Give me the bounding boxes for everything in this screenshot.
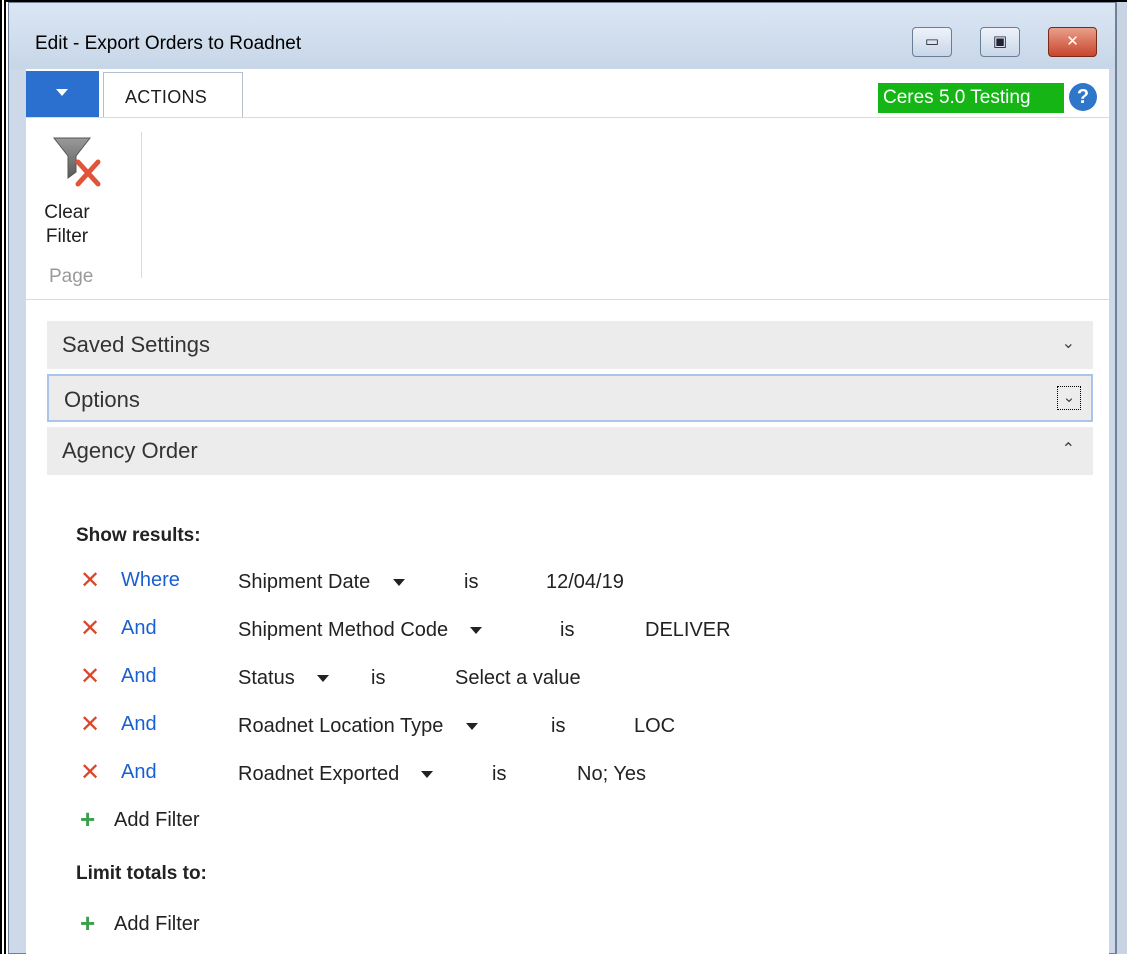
window-right-edge: [1116, 2, 1127, 954]
filter-conjunction[interactable]: And: [121, 713, 157, 736]
filter-operator: is: [560, 619, 575, 641]
chevron-up-icon[interactable]: ⌃: [1062, 439, 1075, 459]
dropdown-arrow-icon[interactable]: [465, 723, 478, 731]
maximize-icon: ▣: [992, 33, 1008, 50]
clear-filter-icon: [52, 137, 101, 187]
filter-field-label: Status: [238, 667, 295, 689]
show-results-heading: Show results:: [76, 525, 201, 546]
filter-row: ✕ And Roadnet Location Type is LOC: [26, 709, 1109, 749]
filter-conjunction[interactable]: Where: [121, 569, 180, 592]
filter-value[interactable]: 12/04/19: [546, 571, 624, 594]
dropdown-arrow-icon[interactable]: [470, 627, 483, 635]
remove-filter-icon[interactable]: ✕: [80, 761, 100, 785]
filter-operator: is: [492, 763, 507, 785]
chevron-down-icon: [56, 89, 68, 96]
ribbon-group-separator: [141, 132, 142, 278]
add-filter-label: Add Filter: [114, 809, 200, 831]
filter-operator: is: [371, 667, 386, 689]
clear-filter-label-line2: Filter: [45, 226, 89, 247]
filter-operator: is: [464, 571, 479, 593]
filter-conjunction[interactable]: And: [121, 761, 157, 784]
window-title: Edit - Export Orders to Roadnet: [35, 33, 302, 54]
chevron-down-icon[interactable]: ⌄: [1057, 386, 1081, 410]
dialog-window: Edit - Export Orders to Roadnet ▭ ▣ ✕ AC…: [8, 2, 1116, 955]
maximize-button[interactable]: ▣: [980, 27, 1020, 57]
filter-operator: is: [551, 715, 566, 737]
close-button[interactable]: ✕: [1048, 27, 1097, 57]
plus-icon: +: [80, 804, 96, 834]
filter-value[interactable]: No; Yes: [577, 763, 646, 786]
ribbon-bottom-border: [26, 299, 1109, 300]
limit-totals-heading: Limit totals to:: [76, 863, 207, 884]
fasttab-options[interactable]: Options ⌄: [47, 374, 1093, 422]
remove-filter-icon[interactable]: ✕: [80, 569, 100, 593]
fasttab-agency-order[interactable]: Agency Order ⌃: [47, 427, 1093, 475]
dropdown-arrow-icon[interactable]: [421, 771, 434, 779]
filter-conjunction[interactable]: And: [121, 665, 157, 688]
remove-filter-icon[interactable]: ✕: [80, 617, 100, 641]
chevron-down-icon[interactable]: ⌄: [1062, 333, 1075, 353]
title-bar[interactable]: Edit - Export Orders to Roadnet ▭ ▣ ✕: [9, 3, 1115, 69]
filter-row: ✕ And Roadnet Exported is No; Yes: [26, 757, 1109, 797]
filter-value[interactable]: LOC: [634, 715, 675, 738]
filter-field[interactable]: Shipment Date: [238, 571, 405, 594]
filter-value[interactable]: Select a value: [455, 667, 581, 690]
filter-field[interactable]: Shipment Method Code: [238, 619, 483, 642]
ribbon-group-label: Page: [49, 266, 94, 287]
fasttab-title: Saved Settings: [62, 332, 210, 357]
filter-field-label: Roadnet Location Type: [238, 715, 444, 737]
filter-conjunction[interactable]: And: [121, 617, 157, 640]
client-area: ACTIONS Ceres 5.0 Testing ? Clear Filter…: [26, 69, 1109, 955]
filter-field-label: Shipment Method Code: [238, 619, 449, 641]
app-menu-button[interactable]: [26, 71, 99, 117]
fasttab-saved-settings[interactable]: Saved Settings ⌄: [47, 321, 1093, 369]
filter-field[interactable]: Roadnet Exported: [238, 763, 434, 786]
company-badge: Ceres 5.0 Testing: [878, 83, 1064, 113]
company-badge-label: Ceres 5.0 Testing: [883, 87, 1031, 108]
tab-actions[interactable]: ACTIONS: [103, 72, 243, 118]
right-edge-line: [1116, 2, 1117, 954]
remove-filter-icon[interactable]: ✕: [80, 713, 100, 737]
filter-row: ✕ Where Shipment Date is 12/04/19: [26, 565, 1109, 605]
fasttab-title: Options: [64, 387, 140, 412]
fasttab-title: Agency Order: [62, 438, 198, 463]
minimize-button[interactable]: ▭: [912, 27, 952, 57]
filter-field[interactable]: Roadnet Location Type: [238, 715, 478, 738]
dropdown-arrow-icon[interactable]: [316, 675, 329, 683]
add-filter-label: Add Filter: [114, 913, 200, 935]
clear-filter-button[interactable]: Clear Filter: [36, 130, 106, 248]
dropdown-arrow-icon[interactable]: [392, 579, 405, 587]
filter-value[interactable]: DELIVER: [645, 619, 731, 642]
filter-field[interactable]: Status: [238, 667, 329, 690]
tab-actions-label: ACTIONS: [125, 87, 208, 107]
filter-row: ✕ And Status is Select a value: [26, 661, 1109, 701]
close-icon: ✕: [1066, 33, 1079, 50]
outer-frame-left: [0, 0, 6, 954]
help-icon[interactable]: ?: [1069, 83, 1097, 111]
filter-field-label: Roadnet Exported: [238, 763, 400, 785]
filter-field-label: Shipment Date: [238, 571, 371, 593]
clear-filter-label-line1: Clear: [44, 202, 90, 223]
filter-row: ✕ And Shipment Method Code is DELIVER: [26, 613, 1109, 653]
ribbon-body: Clear Filter Page: [26, 118, 1109, 298]
plus-icon: +: [80, 908, 96, 938]
minimize-icon: ▭: [924, 33, 940, 50]
remove-filter-icon[interactable]: ✕: [80, 665, 100, 689]
